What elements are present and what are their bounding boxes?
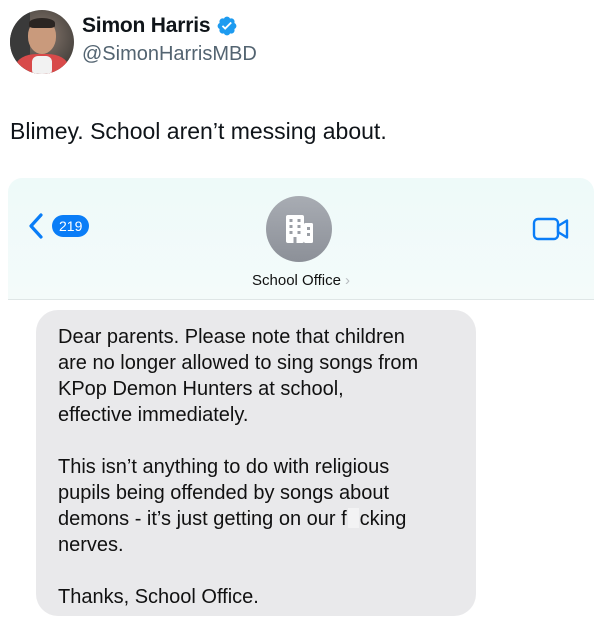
avatar[interactable] [10,10,74,74]
attached-screenshot[interactable]: 219 School Office › Dear parents. Please… [8,178,594,618]
message-fragment: cking [359,508,407,530]
message-line: This isn’t anything to do with religious [58,456,390,478]
chevron-left-icon [29,213,43,239]
contact-name-row[interactable]: School Office › [8,272,594,289]
building-icon [286,215,313,243]
unread-count-badge: 219 [52,215,90,237]
author-display-name[interactable]: Simon Harris [82,14,211,38]
contact-name: School Office [252,272,341,289]
message-line: Thanks, School Office. [58,586,259,608]
contact-avatar[interactable] [266,196,332,262]
message-bubble: Dear parents. Please note that children … [36,310,476,616]
message-line: KPop Demon Hunters at school, [58,378,344,400]
message-line-censored: demons - it’s just getting on our f cking [58,506,456,532]
message-line: nerves. [58,534,124,556]
message-line: Dear parents. Please note that children [58,326,405,348]
back-button[interactable]: 219 [26,212,90,240]
message-line: effective immediately. [58,404,249,426]
video-call-icon[interactable] [532,216,570,242]
author-handle[interactable]: @SimonHarrisMBD [82,43,257,66]
chevron-right-icon: › [344,272,350,289]
tweet-text: Blimey. School aren’t messing about. [10,118,387,144]
verified-badge-icon [217,16,237,36]
author-name-line: Simon Harris [82,14,238,38]
message-line: pupils being offended by songs about [58,482,390,504]
message-fragment: demons - it’s just getting on our f [58,508,347,530]
imessage-header: 219 School Office › [8,178,594,300]
message-line: are no longer allowed to sing songs from [58,352,419,374]
censor-block [347,508,359,528]
tweet-card: Simon Harris @SimonHarrisMBD Blimey. Sch… [0,0,610,622]
